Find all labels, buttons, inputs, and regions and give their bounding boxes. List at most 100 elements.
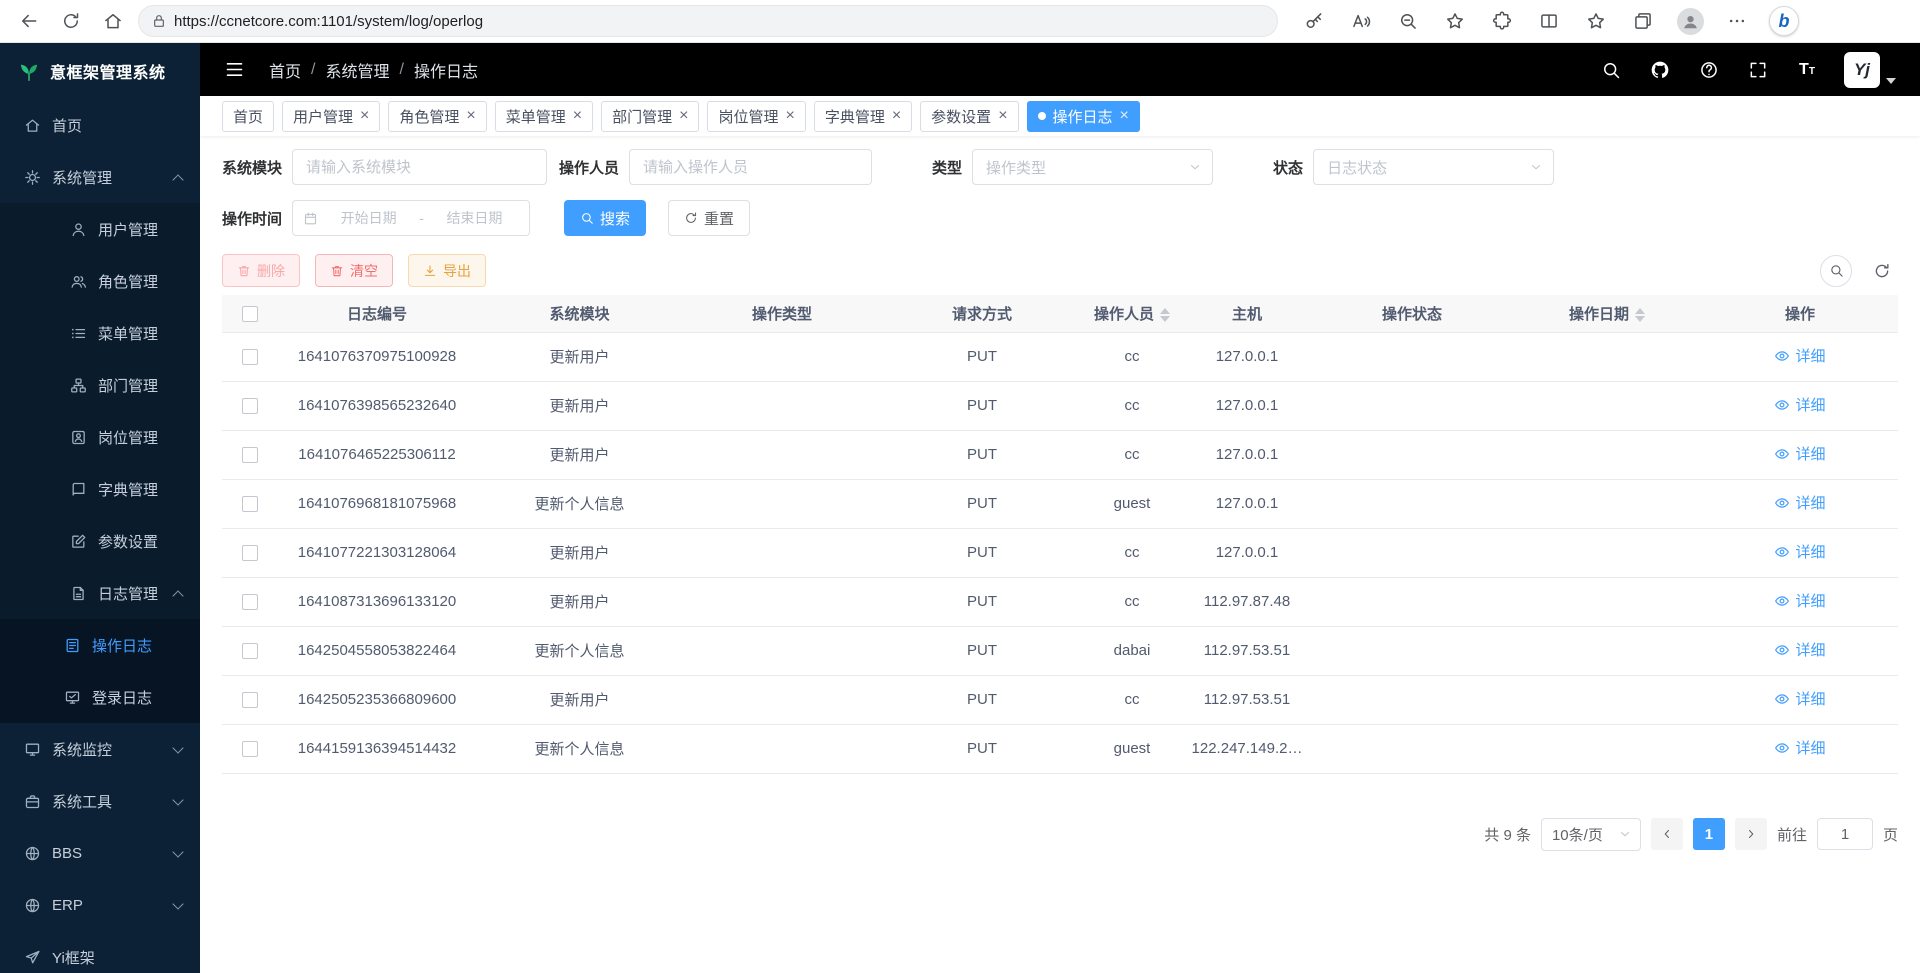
- sidebar-item-系统工具[interactable]: 系统工具: [0, 775, 200, 827]
- tab-close-icon[interactable]: ×: [679, 108, 688, 124]
- tab-close-icon[interactable]: ×: [1120, 108, 1129, 124]
- github-icon[interactable]: [1649, 59, 1671, 81]
- browser-reload-icon[interactable]: [54, 4, 88, 38]
- detail-link[interactable]: 详细: [1774, 443, 1825, 464]
- favorite-add-star-icon[interactable]: [1437, 4, 1473, 38]
- tab-菜单管理[interactable]: 菜单管理×: [495, 101, 593, 132]
- tab-操作日志[interactable]: 操作日志×: [1027, 101, 1140, 132]
- detail-link[interactable]: 详细: [1774, 590, 1825, 611]
- toggle-search-button[interactable]: [1820, 255, 1852, 287]
- tab-用户管理[interactable]: 用户管理×: [282, 101, 380, 132]
- detail-link[interactable]: 详细: [1774, 737, 1825, 758]
- status-select[interactable]: 日志状态: [1313, 149, 1554, 185]
- favorites-star-icon[interactable]: [1578, 4, 1614, 38]
- extensions-icon[interactable]: [1484, 4, 1520, 38]
- browser-home-icon[interactable]: [96, 4, 130, 38]
- sidebar-item-菜单管理[interactable]: 菜单管理: [0, 307, 200, 359]
- refresh-table-button[interactable]: [1866, 255, 1898, 287]
- sidebar-item-参数设置[interactable]: 参数设置: [0, 515, 200, 567]
- tab-字典管理[interactable]: 字典管理×: [814, 101, 912, 132]
- row-checkbox[interactable]: [242, 349, 258, 365]
- detail-link[interactable]: 详细: [1774, 492, 1825, 513]
- breadcrumb-item-2[interactable]: 系统管理: [325, 58, 389, 82]
- type-select[interactable]: 操作类型: [972, 149, 1213, 185]
- row-checkbox[interactable]: [242, 398, 258, 414]
- breadcrumb-item-1[interactable]: 首页: [269, 58, 301, 82]
- tab-角色管理[interactable]: 角色管理×: [388, 101, 486, 132]
- tab-岗位管理[interactable]: 岗位管理×: [707, 101, 805, 132]
- sidebar-item-ERP[interactable]: ERP: [0, 879, 200, 931]
- row-checkbox[interactable]: [242, 594, 258, 610]
- row-checkbox[interactable]: [242, 496, 258, 512]
- site-info-lock-icon[interactable]: [151, 13, 167, 29]
- tab-close-icon[interactable]: ×: [360, 108, 369, 124]
- sidebar-item-BBS[interactable]: BBS: [0, 827, 200, 879]
- column-header-操作人员[interactable]: 操作人员: [1082, 295, 1182, 332]
- more-icon[interactable]: [1719, 4, 1755, 38]
- tab-close-icon[interactable]: ×: [573, 108, 582, 124]
- select-all-checkbox[interactable]: [242, 306, 258, 322]
- detail-link[interactable]: 详细: [1774, 541, 1825, 562]
- browser-back-icon[interactable]: [12, 4, 46, 38]
- reset-button[interactable]: 重置: [668, 200, 750, 236]
- address-bar[interactable]: https://ccnetcore.com:1101/system/log/op…: [138, 5, 1278, 37]
- tab-close-icon[interactable]: ×: [998, 108, 1007, 124]
- date-range-picker[interactable]: 开始日期 - 结束日期: [292, 200, 530, 236]
- row-checkbox[interactable]: [242, 545, 258, 561]
- sidebar-item-部门管理[interactable]: 部门管理: [0, 359, 200, 411]
- fullscreen-icon[interactable]: [1747, 59, 1769, 81]
- tab-close-icon[interactable]: ×: [785, 108, 794, 124]
- search-icon[interactable]: [1600, 59, 1622, 81]
- tab-部门管理[interactable]: 部门管理×: [601, 101, 699, 132]
- detail-link[interactable]: 详细: [1774, 639, 1825, 660]
- tab-close-icon[interactable]: ×: [466, 108, 475, 124]
- sidebar-item-系统监控[interactable]: 系统监控: [0, 723, 200, 775]
- app-logo[interactable]: 意框架管理系统: [0, 43, 200, 99]
- sidebar-item-日志管理[interactable]: 日志管理: [0, 567, 200, 619]
- export-button[interactable]: 导出: [408, 254, 486, 287]
- sidebar-item-岗位管理[interactable]: 岗位管理: [0, 411, 200, 463]
- row-checkbox[interactable]: [242, 692, 258, 708]
- split-screen-icon[interactable]: [1531, 4, 1567, 38]
- row-checkbox[interactable]: [242, 447, 258, 463]
- detail-link[interactable]: 详细: [1774, 345, 1825, 366]
- sidebar-item-操作日志[interactable]: 操作日志: [0, 619, 200, 671]
- sidebar-item-首页[interactable]: 首页: [0, 99, 200, 151]
- tab-close-icon[interactable]: ×: [892, 108, 901, 124]
- user-menu[interactable]: Yj: [1844, 52, 1896, 88]
- tab-首页[interactable]: 首页: [222, 101, 274, 132]
- row-checkbox[interactable]: [242, 741, 258, 757]
- operator-input[interactable]: [629, 149, 872, 185]
- prev-page-button[interactable]: [1651, 818, 1683, 850]
- module-input[interactable]: [292, 149, 547, 185]
- detail-link[interactable]: 详细: [1774, 688, 1825, 709]
- row-checkbox[interactable]: [242, 643, 258, 659]
- clear-button[interactable]: 清空: [315, 254, 393, 287]
- collections-icon[interactable]: [1625, 4, 1661, 38]
- goto-page-input[interactable]: [1817, 818, 1873, 850]
- sidebar-item-Yi框架[interactable]: Yi框架: [0, 931, 200, 973]
- detail-link[interactable]: 详细: [1774, 394, 1825, 415]
- copilot-icon[interactable]: b: [1766, 4, 1802, 38]
- sort-caret-icon[interactable]: [1635, 308, 1645, 322]
- delete-button[interactable]: 删除: [222, 254, 300, 287]
- page-number-1[interactable]: 1: [1693, 818, 1725, 850]
- tab-参数设置[interactable]: 参数设置×: [920, 101, 1018, 132]
- sidebar-item-登录日志[interactable]: 登录日志: [0, 671, 200, 723]
- sidebar-item-用户管理[interactable]: 用户管理: [0, 203, 200, 255]
- next-page-button[interactable]: [1735, 818, 1767, 850]
- column-header-操作日期[interactable]: 操作日期: [1512, 295, 1702, 332]
- key-icon[interactable]: [1296, 4, 1332, 38]
- search-button[interactable]: 搜索: [564, 200, 646, 236]
- question-icon[interactable]: [1698, 59, 1720, 81]
- collapse-sidebar-icon[interactable]: [224, 59, 245, 80]
- zoom-out-icon[interactable]: [1390, 4, 1426, 38]
- sidebar-item-角色管理[interactable]: 角色管理: [0, 255, 200, 307]
- sort-caret-icon[interactable]: [1160, 308, 1170, 322]
- sidebar-item-系统管理[interactable]: 系统管理: [0, 151, 200, 203]
- read-aloud-icon[interactable]: [1343, 4, 1379, 38]
- sidebar-item-字典管理[interactable]: 字典管理: [0, 463, 200, 515]
- font-size-icon[interactable]: TT: [1796, 59, 1818, 81]
- page-size-select[interactable]: 10条/页: [1541, 818, 1641, 851]
- profile-avatar-icon[interactable]: [1672, 4, 1708, 38]
